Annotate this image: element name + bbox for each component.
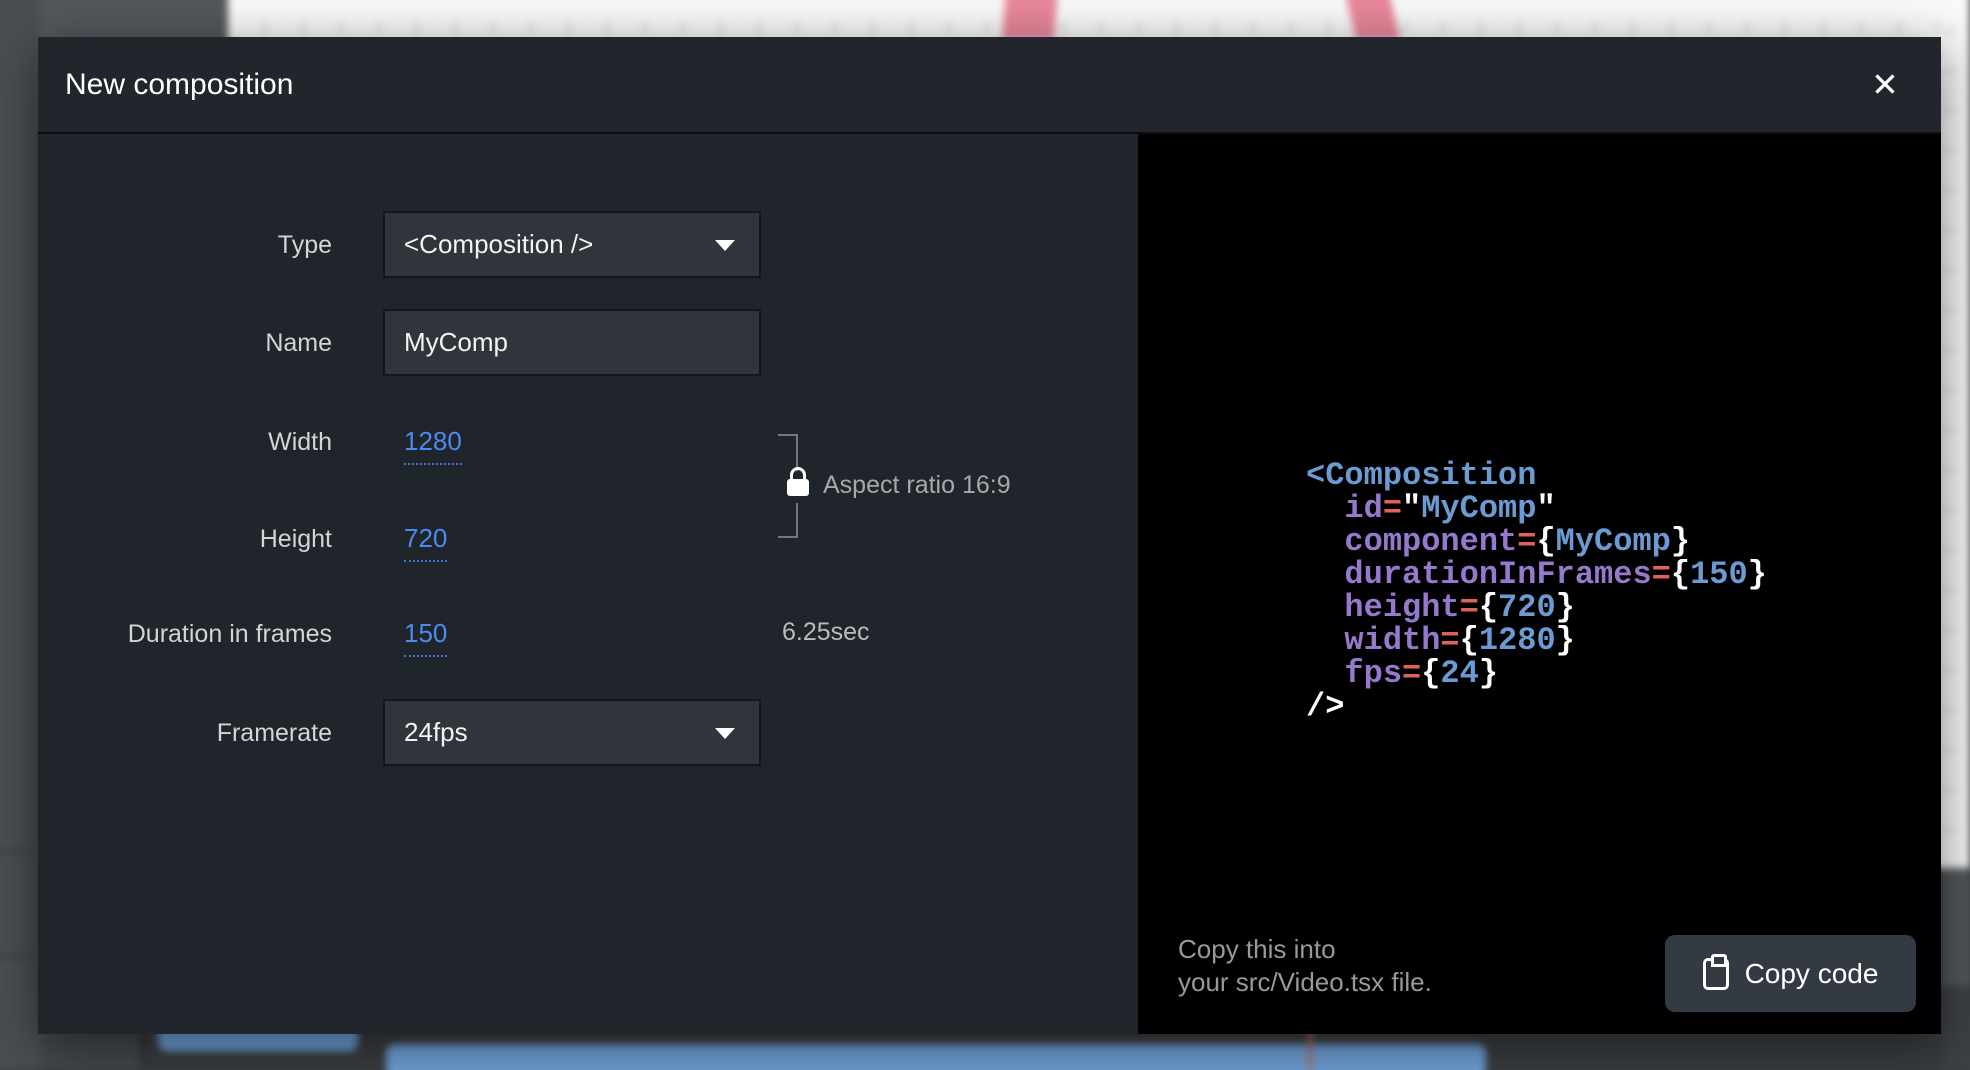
aspect-ratio-bracket [796,503,798,538]
height-label: Height [38,522,332,556]
aspect-ratio-bracket [796,434,798,471]
aspect-ratio-text: Aspect ratio 16:9 [823,471,1011,500]
close-icon[interactable]: ✕ [1863,65,1907,109]
framerate-select-value: 24fps [404,717,468,748]
framerate-label: Framerate [38,716,332,750]
new-composition-dialog: New composition ✕ <Composition id="MyCom… [38,37,1941,1034]
width-label: Width [38,425,332,459]
aspect-ratio-bracket [778,536,798,538]
copy-code-button[interactable]: Copy code [1665,935,1916,1012]
code-preview-panel: <Composition id="MyComp" component={MyCo… [1138,134,1941,1034]
duration-seconds: 6.25sec [782,618,870,647]
copy-instruction-line1: Copy this into [1178,933,1432,966]
height-value-link[interactable]: 720 [404,523,447,562]
name-input[interactable] [383,309,761,376]
framerate-select[interactable]: 24fps [383,699,761,766]
dialog-title: New composition [65,37,293,132]
panel-divider [0,850,40,853]
duration-value-link[interactable]: 150 [404,618,447,657]
name-label: Name [38,326,332,360]
aspect-ratio-bracket [778,434,798,436]
width-value-link[interactable]: 1280 [404,426,462,465]
duration-label: Duration in frames [38,617,332,651]
remotion-logo-stroke-left [1002,0,1059,40]
type-select-value: <Composition /> [404,229,593,260]
type-label: Type [38,228,332,262]
timeline-sequence-bar [386,1044,1486,1070]
right-panel-fragment [1941,868,1970,986]
copy-instruction-line2: your src/Video.tsx file. [1178,966,1432,999]
panel-divider [0,955,40,958]
lock-icon [784,467,812,499]
chevron-down-icon [715,240,735,251]
chevron-down-icon [715,728,735,739]
clipboard-icon [1703,958,1729,990]
type-select[interactable]: <Composition /> [383,211,761,278]
dialog-titlebar: New composition ✕ [38,37,1941,132]
right-panel-fragment [1941,986,1970,1070]
code-block: <Composition id="MyComp" component={MyCo… [1306,459,1767,723]
horizontal-ruler [228,22,1943,34]
screen: New composition ✕ <Composition id="MyCom… [0,0,1970,1070]
left-sidebar-strip [0,0,40,1070]
vertical-ruler [1944,0,1956,868]
copy-code-label: Copy code [1745,958,1879,990]
copy-instruction: Copy this into your src/Video.tsx file. [1178,933,1432,999]
